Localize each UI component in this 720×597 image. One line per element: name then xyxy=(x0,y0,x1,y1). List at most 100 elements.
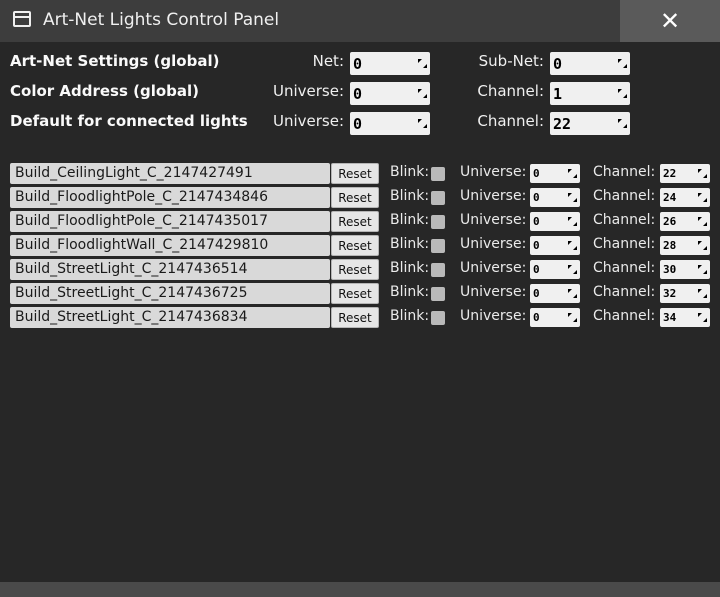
light-channel-spinbox[interactable]: 30 xyxy=(660,260,710,279)
reset-button[interactable]: Reset xyxy=(331,235,379,256)
light-name-field[interactable]: Build_CeilingLight_C_2147427491 xyxy=(10,163,330,184)
channel-label: Channel: xyxy=(593,308,656,324)
resize-arrows-icon xyxy=(698,289,707,298)
blink-label: Blink: xyxy=(390,212,430,228)
default-channel-spinbox[interactable]: 22 xyxy=(550,112,630,135)
resize-arrows-icon xyxy=(618,59,627,68)
default-universe-spinbox[interactable]: 0 xyxy=(350,112,430,135)
blink-checkbox[interactable] xyxy=(431,311,445,325)
light-universe-spinbox[interactable]: 0 xyxy=(530,212,580,231)
resize-arrows-icon xyxy=(568,265,577,274)
channel-label: Channel: xyxy=(593,236,656,252)
light-universe-spinbox[interactable]: 0 xyxy=(530,164,580,183)
light-channel-value: 30 xyxy=(663,263,677,276)
light-universe-spinbox[interactable]: 0 xyxy=(530,236,580,255)
blink-checkbox[interactable] xyxy=(431,191,445,205)
color-channel-spinbox[interactable]: 1 xyxy=(550,82,630,105)
window-title: Art-Net Lights Control Panel xyxy=(43,10,280,30)
channel-label: Channel: xyxy=(477,112,544,130)
light-universe-spinbox[interactable]: 0 xyxy=(530,284,580,303)
light-universe-spinbox[interactable]: 0 xyxy=(530,188,580,207)
light-universe-value: 0 xyxy=(533,215,540,228)
resize-arrows-icon xyxy=(568,217,577,226)
reset-button[interactable]: Reset xyxy=(331,307,379,328)
close-button[interactable]: ✕ xyxy=(620,0,720,42)
reset-button[interactable]: Reset xyxy=(331,259,379,280)
light-channel-spinbox[interactable]: 22 xyxy=(660,164,710,183)
blink-label: Blink: xyxy=(390,188,430,204)
light-row: Build_FloodlightPole_C_2147435017 Reset … xyxy=(0,211,720,232)
blink-checkbox[interactable] xyxy=(431,287,445,301)
resize-arrows-icon xyxy=(568,241,577,250)
light-name-field[interactable]: Build_StreetLight_C_2147436834 xyxy=(10,307,330,328)
light-universe-spinbox[interactable]: 0 xyxy=(530,308,580,327)
resize-arrows-icon xyxy=(418,89,427,98)
resize-arrows-icon xyxy=(698,265,707,274)
light-name-field[interactable]: Build_FloodlightPole_C_2147435017 xyxy=(10,211,330,232)
resize-arrows-icon xyxy=(698,169,707,178)
title-bar[interactable]: Art-Net Lights Control Panel ✕ xyxy=(0,0,720,42)
subnet-spinbox[interactable]: 0 xyxy=(550,52,630,75)
resize-arrows-icon xyxy=(418,59,427,68)
net-spinbox[interactable]: 0 xyxy=(350,52,430,75)
light-channel-spinbox[interactable]: 34 xyxy=(660,308,710,327)
light-channel-spinbox[interactable]: 32 xyxy=(660,284,710,303)
universe-label: Universe: xyxy=(272,82,344,100)
net-value: 0 xyxy=(353,55,363,73)
channel-label: Channel: xyxy=(593,164,656,180)
light-name-field[interactable]: Build_StreetLight_C_2147436725 xyxy=(10,283,330,304)
reset-button[interactable]: Reset xyxy=(331,211,379,232)
light-row: Build_FloodlightPole_C_2147434846 Reset … xyxy=(0,187,720,208)
resize-arrows-icon xyxy=(568,313,577,322)
light-name-field[interactable]: Build_StreetLight_C_2147436514 xyxy=(10,259,330,280)
universe-label: Universe: xyxy=(272,112,344,130)
reset-button[interactable]: Reset xyxy=(331,163,379,184)
net-label: Net: xyxy=(312,52,344,70)
color-address-label: Color Address (global) xyxy=(10,82,200,100)
resize-arrows-icon xyxy=(618,119,627,128)
light-row: Build_FloodlightWall_C_2147429810 Reset … xyxy=(0,235,720,256)
light-universe-spinbox[interactable]: 0 xyxy=(530,260,580,279)
subnet-value: 0 xyxy=(553,55,563,73)
light-channel-spinbox[interactable]: 26 xyxy=(660,212,710,231)
bottom-bar xyxy=(0,582,720,597)
light-row: Build_CeilingLight_C_2147427491 Reset Bl… xyxy=(0,163,720,184)
light-channel-value: 28 xyxy=(663,239,677,252)
light-row: Build_StreetLight_C_2147436514 Reset Bli… xyxy=(0,259,720,280)
reset-button[interactable]: Reset xyxy=(331,187,379,208)
reset-button[interactable]: Reset xyxy=(331,283,379,304)
color-universe-spinbox[interactable]: 0 xyxy=(350,82,430,105)
resize-arrows-icon xyxy=(698,217,707,226)
blink-label: Blink: xyxy=(390,164,430,180)
blink-checkbox[interactable] xyxy=(431,263,445,277)
light-name-field[interactable]: Build_FloodlightPole_C_2147434846 xyxy=(10,187,330,208)
blink-checkbox[interactable] xyxy=(431,239,445,253)
blink-checkbox[interactable] xyxy=(431,167,445,181)
light-universe-value: 0 xyxy=(533,191,540,204)
light-universe-value: 0 xyxy=(533,167,540,180)
universe-label: Universe: xyxy=(460,164,527,180)
light-channel-value: 34 xyxy=(663,311,677,324)
channel-label: Channel: xyxy=(593,260,656,276)
resize-arrows-icon xyxy=(698,313,707,322)
resize-arrows-icon xyxy=(568,289,577,298)
light-channel-value: 22 xyxy=(663,167,677,180)
blink-checkbox[interactable] xyxy=(431,215,445,229)
light-name-field[interactable]: Build_FloodlightWall_C_2147429810 xyxy=(10,235,330,256)
resize-arrows-icon xyxy=(698,193,707,202)
light-universe-value: 0 xyxy=(533,239,540,252)
light-row: Build_StreetLight_C_2147436725 Reset Bli… xyxy=(0,283,720,304)
light-channel-spinbox[interactable]: 24 xyxy=(660,188,710,207)
resize-arrows-icon xyxy=(418,119,427,128)
resize-arrows-icon xyxy=(698,241,707,250)
default-universe-value: 0 xyxy=(353,115,363,133)
blink-label: Blink: xyxy=(390,308,430,324)
universe-label: Universe: xyxy=(460,308,527,324)
art-net-settings-label: Art-Net Settings (global) xyxy=(10,52,220,70)
light-channel-value: 26 xyxy=(663,215,677,228)
blink-label: Blink: xyxy=(390,236,430,252)
blink-label: Blink: xyxy=(390,260,430,276)
light-universe-value: 0 xyxy=(533,311,540,324)
subnet-label: Sub-Net: xyxy=(478,52,544,70)
light-channel-spinbox[interactable]: 28 xyxy=(660,236,710,255)
